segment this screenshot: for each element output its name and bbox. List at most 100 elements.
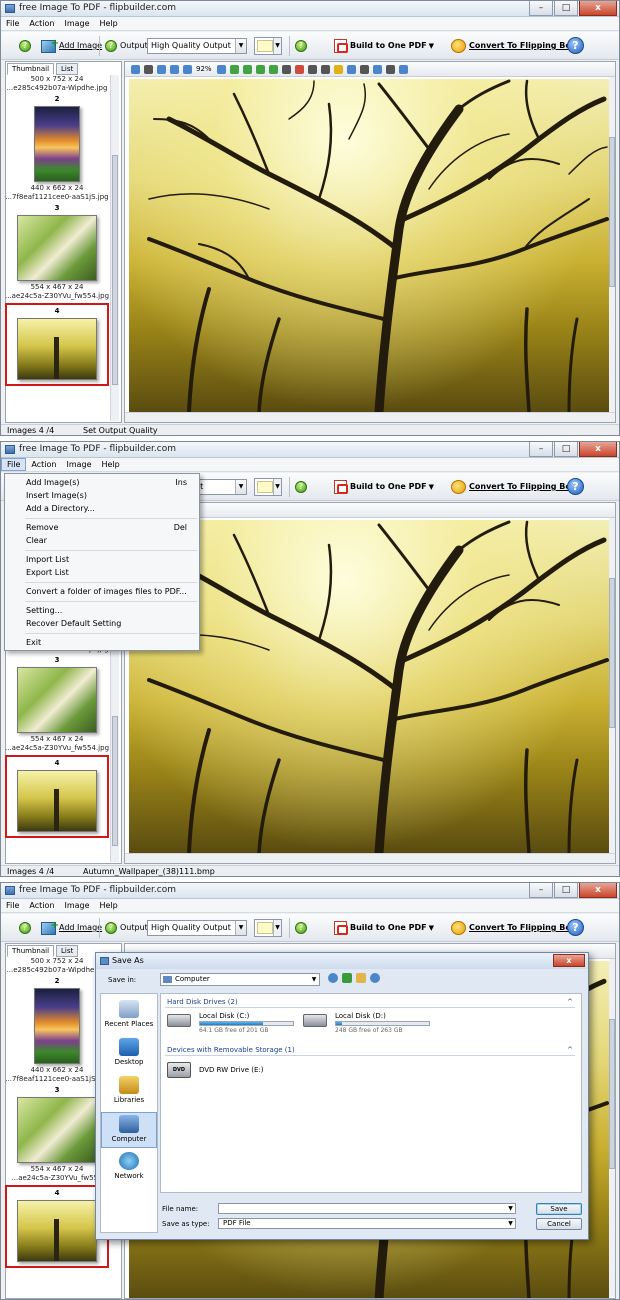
output-select[interactable]: High Quality Output ▼: [147, 38, 247, 54]
place-computer[interactable]: Computer: [101, 1112, 157, 1148]
title-bar[interactable]: free Image To PDF - flipbuilder.com – □ …: [1, 442, 619, 458]
flip-horizontal-icon[interactable]: [229, 64, 239, 74]
maximize-button[interactable]: □: [554, 883, 578, 898]
viewer-vertical-scrollbar[interactable]: [609, 77, 615, 412]
collapse-icon[interactable]: ^: [567, 1046, 573, 1054]
menu-file[interactable]: File: [1, 899, 24, 912]
chevron-down-icon[interactable]: ▼: [429, 920, 434, 936]
thumbnail-image[interactable]: [17, 770, 97, 832]
save-button[interactable]: Save: [536, 1203, 582, 1215]
scroll-thumb[interactable]: [609, 1019, 615, 1169]
place-libraries[interactable]: Libraries: [101, 1074, 157, 1110]
thumbnail-image[interactable]: [17, 318, 97, 380]
info-button[interactable]: ?: [19, 920, 34, 936]
close-button[interactable]: x: [579, 1, 617, 16]
list-item-selected[interactable]: 4: [5, 755, 109, 838]
menu-remove[interactable]: Remove Del: [5, 521, 199, 534]
thumbnail-image[interactable]: [34, 106, 80, 182]
menu-convert-folder[interactable]: Convert a folder of images files to PDF.…: [5, 585, 199, 598]
drive-c[interactable]: Local Disk (C:) 64.1 GB free of 201 GB: [167, 1012, 307, 1034]
tab-thumbnail[interactable]: Thumbnail: [7, 945, 55, 957]
scroll-thumb[interactable]: [112, 155, 118, 385]
menu-exit[interactable]: Exit: [5, 636, 199, 649]
drive-dvd[interactable]: DVD DVD RW Drive (E:): [167, 1062, 307, 1082]
viewer-horizontal-scrollbar[interactable]: [125, 853, 615, 863]
dialog-title-bar[interactable]: Save As x: [96, 953, 588, 969]
chevron-down-icon[interactable]: ▼: [429, 38, 434, 54]
rotate-right-icon[interactable]: [268, 64, 278, 74]
help-button[interactable]: ?: [567, 918, 584, 936]
close-button[interactable]: x: [579, 883, 617, 898]
stop-icon[interactable]: [144, 64, 153, 74]
add-image-button[interactable]: Add Image: [41, 918, 102, 936]
zoom-in-icon[interactable]: [157, 64, 166, 74]
convert-flipbook-button[interactable]: Convert To Flipping Book: [451, 920, 582, 936]
magnify-icon[interactable]: [216, 64, 226, 74]
convert-flipbook-button[interactable]: Convert To Flipping Book: [451, 479, 582, 495]
menu-file[interactable]: File: [1, 458, 27, 471]
menu-clear[interactable]: Clear: [5, 534, 199, 547]
thumbnail-image[interactable]: [17, 215, 97, 281]
back-icon[interactable]: [328, 973, 338, 983]
red-eye-icon[interactable]: [294, 64, 304, 74]
viewer-vertical-scrollbar[interactable]: [609, 959, 615, 1297]
convert-flipbook-button[interactable]: Convert To Flipping Book: [451, 38, 582, 54]
file-name-input[interactable]: ▼: [218, 1203, 516, 1214]
grayscale-icon[interactable]: [320, 64, 330, 74]
scroll-thumb[interactable]: [609, 137, 615, 287]
title-bar[interactable]: free Image To PDF - flipbuilder.com – □ …: [1, 1, 619, 17]
play-icon[interactable]: [131, 64, 140, 74]
menu-help[interactable]: Help: [97, 458, 125, 471]
view-menu-icon[interactable]: [370, 973, 380, 983]
tab-thumbnail[interactable]: Thumbnail: [7, 63, 55, 75]
background-color-picker[interactable]: ▼: [254, 919, 282, 937]
list-item[interactable]: 3 554 x 467 x 24 ...ae24c5a-Z30YVu_fw554…: [5, 656, 109, 753]
layout-icon[interactable]: [385, 64, 395, 74]
thumbnail-image[interactable]: [34, 988, 80, 1064]
minimize-button[interactable]: –: [529, 442, 553, 457]
maximize-button[interactable]: □: [554, 1, 578, 16]
viewer-vertical-scrollbar[interactable]: [609, 518, 615, 853]
list-item[interactable]: 3 554 x 467 x 24 ...ae24c5a-Z30YVu_fw554…: [5, 204, 109, 301]
flip-vertical-icon[interactable]: [242, 64, 252, 74]
output-select[interactable]: High Quality Output ▼: [147, 920, 247, 936]
contrast-icon[interactable]: [307, 64, 317, 74]
list-item[interactable]: 3 554 x 467 x 24 ...ae24c5a-Z30YVu_fw554: [5, 1086, 109, 1183]
settings-button[interactable]: ?: [295, 479, 310, 495]
menu-image[interactable]: Image: [59, 899, 94, 912]
help-button[interactable]: ?: [567, 36, 584, 54]
zoom-out-icon[interactable]: [170, 64, 179, 74]
list-item-selected[interactable]: 4: [5, 1185, 109, 1268]
list-item-selected[interactable]: 4: [5, 303, 109, 386]
menu-import-list[interactable]: Import List: [5, 553, 199, 566]
viewer-horizontal-scrollbar[interactable]: [125, 412, 615, 422]
tab-list[interactable]: List: [56, 63, 79, 75]
background-color-picker[interactable]: ▼: [254, 37, 282, 55]
menu-image[interactable]: Image: [59, 17, 94, 30]
menu-insert-images[interactable]: Insert Image(s): [5, 489, 199, 502]
build-pdf-button[interactable]: Build to One PDF ▼: [334, 479, 434, 495]
maximize-button[interactable]: □: [554, 442, 578, 457]
new-folder-icon[interactable]: [356, 973, 366, 983]
group-header-removable[interactable]: Devices with Removable Storage (1): [167, 1046, 295, 1054]
cancel-button[interactable]: Cancel: [536, 1218, 582, 1230]
minimize-button[interactable]: –: [529, 1, 553, 16]
menu-add-directory[interactable]: Add a Directory...: [5, 502, 199, 515]
scroll-thumb[interactable]: [112, 716, 118, 846]
thumbnail-image[interactable]: [17, 667, 97, 733]
up-folder-icon[interactable]: [342, 973, 352, 983]
close-button[interactable]: x: [579, 442, 617, 457]
text-icon[interactable]: [359, 64, 369, 74]
title-bar[interactable]: free Image To PDF - flipbuilder.com – □ …: [1, 883, 619, 899]
list-item[interactable]: 500 x 752 x 24 ...e285c492b07a-Wipdhe.jp…: [5, 75, 109, 93]
rotate-left-icon[interactable]: [255, 64, 265, 74]
thumbnail-image[interactable]: [17, 1097, 97, 1163]
menu-file[interactable]: File: [1, 17, 24, 30]
thumbnail-scrollbar[interactable]: [110, 75, 119, 421]
drive-d[interactable]: Local Disk (D:) 248 GB free of 263 GB: [303, 1012, 443, 1034]
background-color-picker[interactable]: ▼: [254, 478, 282, 496]
thumbnail-image[interactable]: [17, 1200, 97, 1262]
menu-image[interactable]: Image: [61, 458, 96, 471]
scroll-thumb[interactable]: [609, 578, 615, 728]
group-header-hdd[interactable]: Hard Disk Drives (2): [167, 998, 238, 1006]
